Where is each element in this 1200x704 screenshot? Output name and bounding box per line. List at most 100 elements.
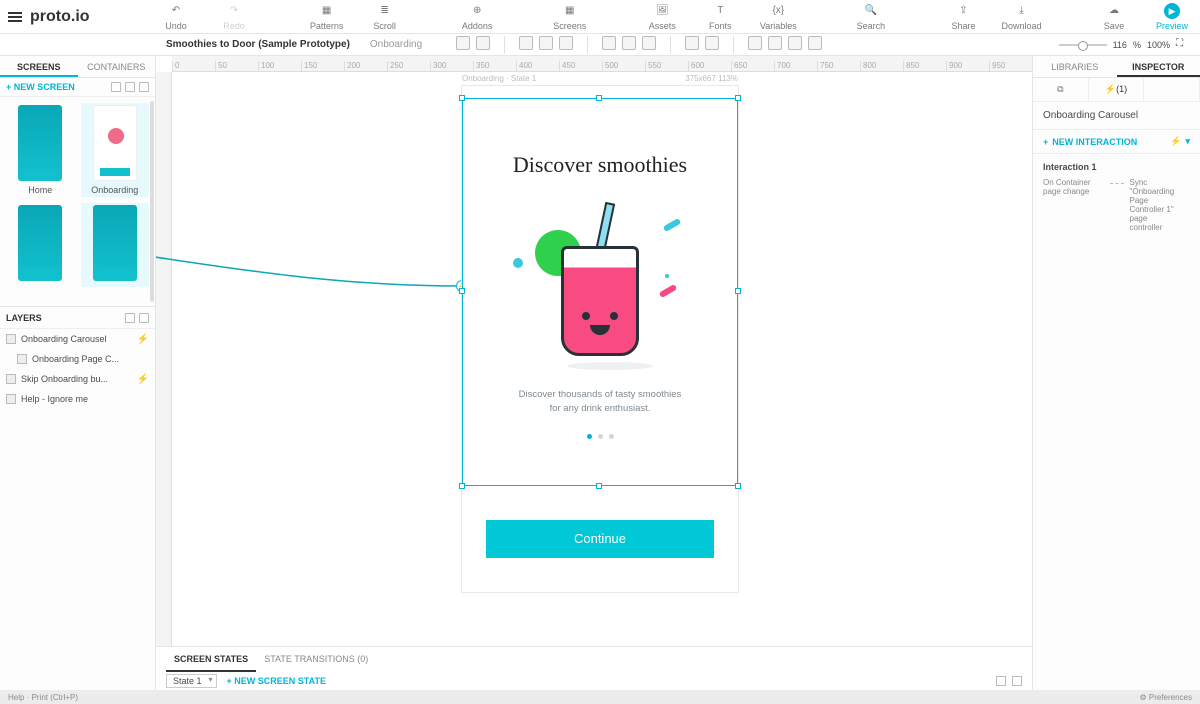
addons-button[interactable]: ⊕Addons: [457, 3, 497, 31]
logo: proto.io: [8, 8, 156, 26]
interaction-connector: [156, 242, 464, 292]
search-icon[interactable]: [125, 313, 135, 323]
distribute-icon[interactable]: [602, 36, 616, 50]
canvas-tool-icons: [456, 36, 822, 54]
spacing-icon[interactable]: [685, 36, 699, 50]
arrange-icon[interactable]: [748, 36, 762, 50]
button-icon: [6, 374, 16, 384]
arrange-icon[interactable]: [768, 36, 782, 50]
distribute-icon[interactable]: [622, 36, 636, 50]
layer-row[interactable]: Help - Ignore me: [0, 389, 155, 409]
variables-button[interactable]: {x}Variables: [758, 3, 798, 31]
tab-libraries[interactable]: LIBRARIES: [1033, 56, 1117, 77]
resize-handle[interactable]: [459, 95, 465, 101]
resize-handle[interactable]: [459, 288, 465, 294]
resize-handle[interactable]: [735, 288, 741, 294]
save-button[interactable]: ☁Save: [1094, 3, 1134, 31]
share-button[interactable]: ⇪Share: [943, 3, 983, 31]
spacing-icon[interactable]: [705, 36, 719, 50]
align-icon[interactable]: [559, 36, 573, 50]
preferences-link[interactable]: ⚙ Preferences: [1139, 693, 1192, 702]
interaction-body[interactable]: On Container page change Sync "Onboardin…: [1033, 176, 1200, 242]
tab-state-transitions[interactable]: STATE TRANSITIONS (0): [256, 648, 376, 672]
search-button[interactable]: 🔍Search: [851, 3, 891, 31]
state-bar: State 1 + NEW SCREEN STATE: [156, 672, 1032, 690]
resize-handle[interactable]: [735, 95, 741, 101]
undo-button[interactable]: ↶Undo: [156, 3, 196, 31]
ruler-horizontal: 0501001502002503003504004505005506006507…: [172, 56, 1032, 72]
text-icon: [6, 394, 16, 404]
bolt-icon: ⚡: [137, 334, 149, 345]
chevron-down-icon[interactable]: ▾: [1185, 136, 1190, 147]
interaction-title[interactable]: Interaction 1: [1033, 154, 1200, 176]
align-icon[interactable]: [519, 36, 533, 50]
subtab-layout[interactable]: ⧉: [1033, 78, 1089, 101]
screen-thumb-home[interactable]: Home: [6, 103, 75, 197]
list-view-icon[interactable]: [125, 82, 135, 92]
bottom-tabs: SCREEN STATES STATE TRANSITIONS (0): [156, 646, 1032, 672]
resize-handle[interactable]: [596, 95, 602, 101]
tab-screens[interactable]: SCREENS: [0, 56, 78, 77]
search-icon[interactable]: [111, 82, 121, 92]
top-toolbar: proto.io ↶Undo ↷Redo ▦Patterns ≣Scroll ⊕…: [0, 0, 1200, 34]
subtab-more[interactable]: [1144, 78, 1200, 101]
tab-containers[interactable]: CONTAINERS: [78, 56, 156, 77]
arrange-icon[interactable]: [808, 36, 822, 50]
menu-icon[interactable]: [8, 10, 22, 24]
breadcrumb-screen[interactable]: Onboarding: [360, 39, 432, 50]
logo-text: proto.io: [30, 8, 90, 26]
grid-view-icon[interactable]: [139, 82, 149, 92]
continue-button[interactable]: Continue: [486, 520, 714, 558]
zoom-value-b: 100%: [1147, 40, 1170, 50]
zoom-value-a: 116: [1113, 40, 1127, 50]
device-label: Onboarding · State 1: [462, 74, 536, 83]
new-screen-button[interactable]: + NEW SCREEN: [6, 82, 75, 92]
new-interaction-button[interactable]: +NEW INTERACTION ⚡▾: [1033, 130, 1200, 154]
fit-icon[interactable]: ⛶: [1176, 38, 1190, 52]
breadcrumb-project[interactable]: Smoothies to Door (Sample Prototype): [156, 39, 360, 50]
tab-screen-states[interactable]: SCREEN STATES: [166, 648, 256, 672]
tool-icon[interactable]: [456, 36, 470, 50]
subtab-interactions[interactable]: ⚡(1): [1089, 78, 1145, 101]
layer-row[interactable]: Onboarding Page C...: [0, 349, 155, 369]
footer-left[interactable]: Help · Print (Ctrl+P): [8, 693, 78, 702]
zoom-slider[interactable]: [1059, 44, 1107, 46]
download-button[interactable]: ⤓Download: [1001, 3, 1041, 31]
left-panel: SCREENS CONTAINERS + NEW SCREEN Home Onb…: [0, 56, 156, 690]
inspector-panel: LIBRARIES INSPECTOR ⧉ ⚡(1) Onboarding Ca…: [1032, 56, 1200, 690]
screens-button[interactable]: ▦Screens: [550, 3, 590, 31]
resize-handle[interactable]: [596, 483, 602, 489]
selected-element-name: Onboarding Carousel: [1033, 102, 1200, 130]
redo-button[interactable]: ↷Redo: [214, 3, 254, 31]
resize-handle[interactable]: [459, 483, 465, 489]
selection-box[interactable]: [462, 98, 738, 486]
tab-inspector[interactable]: INSPECTOR: [1117, 56, 1200, 77]
scroll-button[interactable]: ≣Scroll: [365, 3, 405, 31]
device-meta: 375x667 113%: [685, 74, 738, 83]
sort-icon[interactable]: [139, 313, 149, 323]
layers-title: LAYERS: [6, 313, 42, 323]
new-state-button[interactable]: + NEW SCREEN STATE: [227, 676, 326, 686]
distribute-icon[interactable]: [642, 36, 656, 50]
container-icon: [6, 334, 16, 344]
canvas[interactable]: 0501001502002503003504004505005506006507…: [156, 56, 1032, 690]
list-view-icon[interactable]: [996, 676, 1006, 686]
preview-button[interactable]: ▶Preview: [1152, 3, 1192, 31]
state-select[interactable]: State 1: [166, 674, 217, 688]
layer-row[interactable]: Skip Onboarding bu... ⚡: [0, 369, 155, 389]
ruler-vertical: [156, 72, 172, 690]
screen-thumb[interactable]: [81, 203, 150, 287]
screen-thumb-onboarding[interactable]: Onboarding: [81, 103, 150, 197]
bolt-icon: ⚡: [1170, 136, 1181, 147]
assets-button[interactable]: 🖼Assets: [642, 3, 682, 31]
patterns-button[interactable]: ▦Patterns: [307, 3, 347, 31]
tool-icon[interactable]: [476, 36, 490, 50]
arrange-icon[interactable]: [788, 36, 802, 50]
layer-row[interactable]: Onboarding Carousel ⚡: [0, 329, 155, 349]
breadcrumb-bar: Smoothies to Door (Sample Prototype) Onb…: [0, 34, 1200, 56]
resize-handle[interactable]: [735, 483, 741, 489]
screen-thumb[interactable]: [6, 203, 75, 287]
grid-view-icon[interactable]: [1012, 676, 1022, 686]
fonts-button[interactable]: TFonts: [700, 3, 740, 31]
align-icon[interactable]: [539, 36, 553, 50]
